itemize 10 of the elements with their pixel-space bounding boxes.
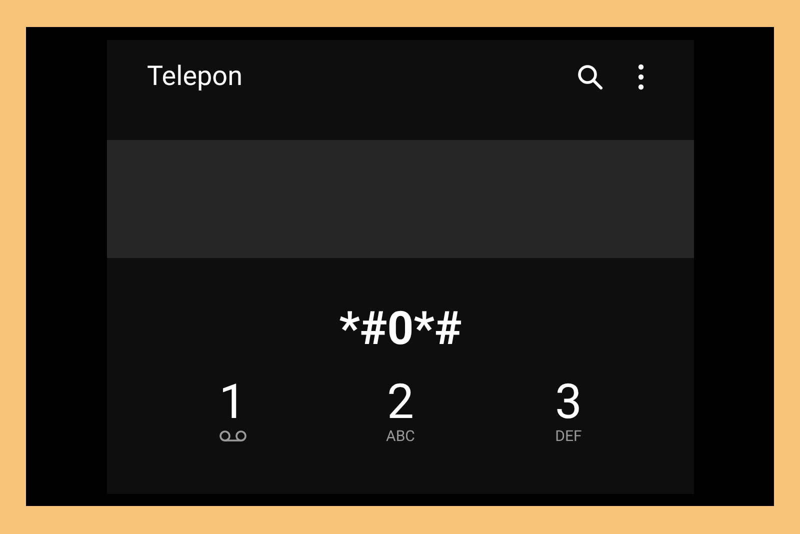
key-letters: DEF (555, 427, 582, 445)
key-digit[interactable]: 1 (219, 377, 246, 427)
search-icon[interactable] (576, 63, 604, 91)
more-options-icon[interactable] (638, 64, 644, 90)
voicemail-icon (218, 430, 248, 442)
app-title: Telepon (147, 60, 242, 92)
key-digit[interactable]: 2 (387, 377, 414, 427)
dialed-number: *#0*# (338, 303, 463, 355)
key-digit[interactable]: 3 (555, 377, 582, 427)
key-letters: ABC (386, 427, 415, 445)
